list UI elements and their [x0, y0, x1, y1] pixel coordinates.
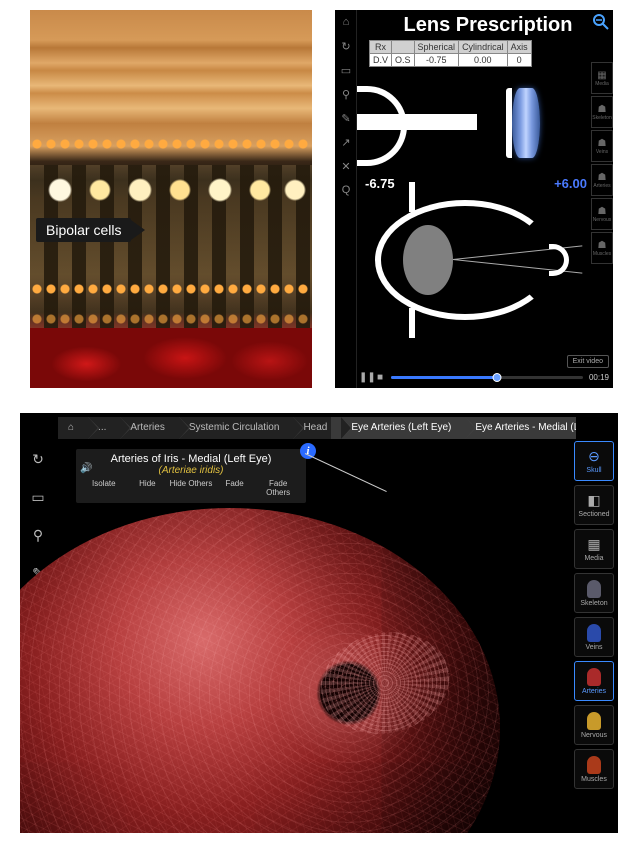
retina-panel: Bipolar cells [30, 10, 312, 388]
breadcrumb: ⌂ ... Arteries Systemic Circulation Head… [58, 417, 576, 439]
ciliary-bottom [409, 308, 415, 338]
system-label: Skull [586, 467, 601, 474]
lens-right-tabs: ▦Media ☗Skeleton ☗Veins ☗Arteries ☗Nervo… [591, 62, 613, 266]
th-blank [392, 41, 415, 54]
video-time: 00:19 [589, 373, 609, 382]
td-dv: D.V [370, 54, 392, 67]
scrubber-knob[interactable] [492, 373, 501, 382]
system-label: Arteries [582, 688, 606, 695]
diopter-high: +6.00 [554, 176, 587, 191]
veins-icon: ☗ [598, 138, 607, 149]
lens-prescription-panel: ⌂ ↻ ▭ ⚲ ✎ ↗ ✕ Q Lens Prescription Rx Sph… [335, 10, 613, 388]
prescription-table: Rx Spherical Cylindrical Axis D.V O.S -0… [369, 40, 532, 67]
tab-arteries[interactable]: ☗Arteries [591, 164, 613, 196]
bipolar-cells-text: Bipolar cells [36, 218, 131, 242]
retina-synapse-row-2 [30, 280, 312, 298]
pencil-icon[interactable]: ✎ [335, 106, 357, 130]
system-label: Skeleton [580, 600, 607, 607]
search-icon-top[interactable] [591, 12, 611, 32]
sectioned-icon: ◧ [587, 492, 600, 509]
nervous-icon [587, 712, 601, 730]
retina-synapse-row-3 [30, 310, 312, 328]
home-icon[interactable]: ⌂ [335, 10, 357, 34]
th-axis: Axis [507, 41, 531, 54]
td-sph[interactable]: -0.75 [414, 54, 459, 67]
light-beam [357, 114, 477, 130]
lens-left-toolbar: ⌂ ↻ ▭ ⚲ ✎ ↗ ✕ Q [335, 10, 357, 388]
system-muscles[interactable]: Muscles [574, 749, 614, 789]
system-skeleton[interactable]: Skeleton [574, 573, 614, 613]
system-sectioned[interactable]: ◧ Sectioned [574, 485, 614, 525]
corrective-lens[interactable] [512, 88, 540, 158]
bipolar-cells-label[interactable]: Bipolar cells [36, 218, 145, 242]
system-media[interactable]: ▦ Media [574, 529, 614, 569]
th-rx: Rx [370, 41, 392, 54]
media-icon: ▦ [597, 70, 606, 81]
td-cyl[interactable]: 0.00 [459, 54, 508, 67]
system-label: Sectioned [578, 511, 609, 518]
td-os: O.S [392, 54, 415, 67]
lens-title: Lens Prescription [385, 14, 591, 37]
system-skull[interactable]: ⊖ Skull [574, 441, 614, 481]
label-pointer [131, 220, 145, 240]
book-icon[interactable]: ▭ [335, 58, 357, 82]
search-icon[interactable]: ⚲ [335, 82, 357, 106]
exit-video-button[interactable]: Exit video [567, 355, 609, 368]
system-arteries[interactable]: Arteries [574, 661, 614, 701]
system-label: Muscles [581, 776, 607, 783]
skull-icon: ⊖ [588, 448, 600, 465]
anatomy-right-tabs: ⊖ Skull ◧ Sectioned ▦ Media Skeleton Veins Arter… [574, 441, 614, 793]
diopter-readout: -6.75 +6.00 [365, 176, 587, 191]
muscles-icon [587, 756, 601, 774]
skeleton-icon: ☗ [598, 104, 607, 115]
system-label: Veins [585, 644, 602, 651]
video-scrubber[interactable] [391, 376, 583, 379]
arteries-icon [587, 668, 601, 686]
retina-blood-vessels [30, 328, 312, 388]
rotate-icon[interactable]: ↻ [335, 34, 357, 58]
structure-latin: (Arteriae iridis) [82, 465, 300, 476]
th-cylindrical: Cylindrical [459, 41, 508, 54]
tab-skeleton[interactable]: ☗Skeleton [591, 96, 613, 128]
system-label: Nervous [581, 732, 607, 739]
nervous-icon: ☗ [598, 206, 607, 217]
tab-nervous[interactable]: ☗Nervous [591, 198, 613, 230]
muscles-icon: ☗ [598, 240, 607, 251]
structure-title: Arteries of Iris - Medial (Left Eye) [82, 453, 300, 465]
retina-bulbs [30, 165, 312, 215]
info-leader-line [305, 453, 387, 492]
eye-cross-section [375, 200, 555, 320]
stop-button[interactable]: ■ [375, 372, 385, 383]
pause-button[interactable]: ❚❚ [359, 372, 369, 383]
quiz-icon[interactable]: Q [335, 178, 357, 202]
td-axis[interactable]: 0 [507, 54, 531, 67]
share-icon[interactable]: ↗ [335, 130, 357, 154]
video-progress [391, 376, 497, 379]
tab-veins[interactable]: ☗Veins [591, 130, 613, 162]
retina-synapse-row-1 [30, 135, 312, 153]
tools-icon[interactable]: ✕ [335, 154, 357, 178]
system-veins[interactable]: Veins [574, 617, 614, 657]
rotate-button[interactable]: ↻ [24, 445, 52, 473]
arteries-icon: ☗ [598, 172, 607, 183]
crystalline-lens [403, 225, 453, 295]
th-spherical: Spherical [414, 41, 459, 54]
system-nervous[interactable]: Nervous [574, 705, 614, 745]
ciliary-top [409, 182, 415, 212]
veins-icon [587, 624, 601, 642]
media-icon: ▦ [587, 536, 600, 553]
eye-3d-viewport[interactable] [20, 488, 574, 833]
anatomy-panel: ⌂ ... Arteries Systemic Circulation Head… [20, 413, 618, 833]
diopter-low: -6.75 [365, 176, 395, 191]
video-controls: ❚❚ ■ 00:19 [359, 370, 609, 384]
skeleton-icon [587, 580, 601, 598]
speaker-icon[interactable]: 🔊 [80, 463, 92, 474]
system-label: Media [584, 555, 603, 562]
tab-media[interactable]: ▦Media [591, 62, 613, 94]
tab-muscles[interactable]: ☗Muscles [591, 232, 613, 264]
